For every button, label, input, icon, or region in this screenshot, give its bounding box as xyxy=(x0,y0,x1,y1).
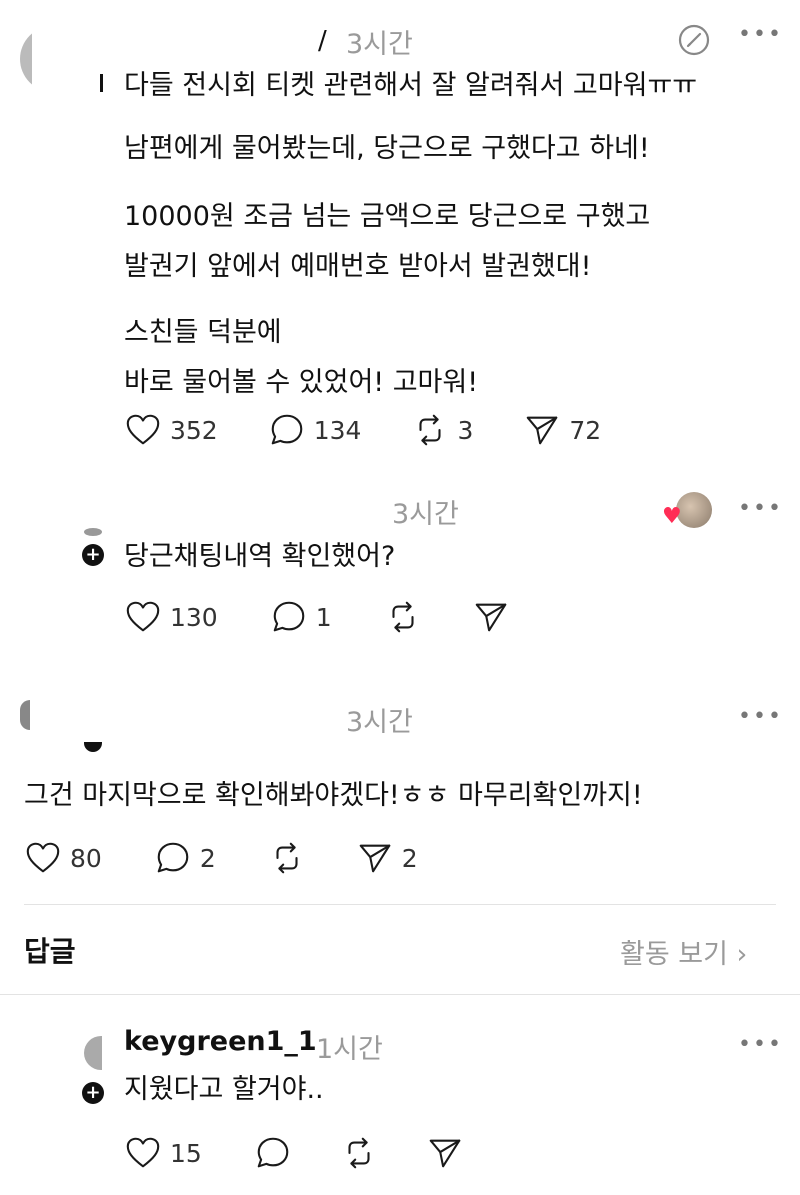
send-icon xyxy=(475,603,506,632)
share-count: 2 xyxy=(401,843,418,873)
like-count: 130 xyxy=(170,602,218,632)
reply3-username[interactable]: keygreen1_1 xyxy=(124,1026,317,1057)
send-icon xyxy=(429,1139,461,1168)
comment-button[interactable]: 2 xyxy=(154,839,216,877)
reply2-avatar[interactable] xyxy=(20,700,30,730)
post-paragraph: 10000원 조금 넘는 금액으로 당근으로 구했고 발권기 앞에서 예매번호 … xyxy=(124,201,651,282)
post-avatar[interactable] xyxy=(20,26,70,92)
repost-count: 3 xyxy=(457,415,474,445)
view-activity-link[interactable]: 활동 보기 › xyxy=(620,932,747,971)
more-dots-icon[interactable]: ••• xyxy=(738,706,783,728)
post-body: 다들 전시회 티켓 관련해서 잘 알려줘서 고마워ㅠㅠ 남편에게 물어봤는데, … xyxy=(124,66,784,420)
repost-button[interactable] xyxy=(340,1134,378,1172)
comment-button[interactable]: 1 xyxy=(270,598,332,636)
reply2-time: 3시간 xyxy=(346,707,413,738)
post-paragraph: 남편에게 물어봤는데, 당근으로 구했다고 하네! xyxy=(124,133,650,164)
more-dots-icon[interactable]: ••• xyxy=(738,1034,783,1056)
post-actions: 352 134 3 72 xyxy=(124,410,653,450)
repost-icon xyxy=(276,842,298,874)
share-button[interactable] xyxy=(426,1134,464,1172)
follow-plus-icon[interactable]: + xyxy=(82,544,104,566)
reply3-time: 1시간 xyxy=(316,1034,383,1065)
repost-icon xyxy=(419,414,441,446)
reply3-text: 지웠다고 할거야.. xyxy=(124,1074,324,1105)
reply2-text: 그건 마지막으로 확인해봐야겠다!ㅎㅎ 마무리확인까지! xyxy=(24,780,643,811)
repost-button[interactable] xyxy=(384,598,422,636)
share-button[interactable]: 2 xyxy=(356,839,418,877)
more-dots-icon[interactable]: ••• xyxy=(738,24,783,46)
comment-bubble-icon xyxy=(257,1137,289,1168)
post-time: 3시간 xyxy=(346,29,413,60)
comment-count: 1 xyxy=(315,602,332,632)
more-dots-icon[interactable]: ••• xyxy=(738,498,783,520)
repost-icon xyxy=(348,1137,370,1169)
reply1-text: 당근채팅내역 확인했어? xyxy=(124,541,396,572)
like-count: 80 xyxy=(70,843,102,873)
share-button[interactable] xyxy=(472,598,510,636)
heart-icon xyxy=(26,842,60,873)
like-button[interactable]: 80 xyxy=(24,839,102,877)
send-icon xyxy=(527,416,558,445)
reply1-actions: 130 1 xyxy=(124,597,562,637)
like-button[interactable]: 130 xyxy=(124,598,218,636)
post-paragraph: 스친들 덕분에 바로 물어볼 수 있었어! 고마워! xyxy=(124,317,479,398)
reply1-avatar[interactable] xyxy=(84,528,102,536)
reply3-avatar[interactable] xyxy=(84,1036,102,1070)
reply3-actions: 15 xyxy=(124,1133,516,1173)
like-button[interactable]: 352 xyxy=(124,411,218,449)
comment-count: 134 xyxy=(313,415,362,445)
comment-count: 2 xyxy=(199,843,216,873)
heart-badge-icon: ♥ xyxy=(662,504,682,529)
heart-icon xyxy=(126,414,160,445)
like-count: 15 xyxy=(170,1138,202,1168)
replies-section-title: 답글 xyxy=(24,935,76,968)
post-paragraph: 다들 전시회 티켓 관련해서 잘 알려줘서 고마워ㅠㅠ xyxy=(124,70,698,101)
comment-button[interactable] xyxy=(254,1134,292,1172)
comment-button[interactable]: 134 xyxy=(268,411,362,449)
section-divider xyxy=(0,994,800,995)
reply1-time: 3시간 xyxy=(392,499,459,530)
comment-bubble-icon xyxy=(271,414,303,445)
repost-icon xyxy=(392,601,414,633)
share-count: 72 xyxy=(569,415,602,445)
thread-line-mark xyxy=(84,742,102,752)
section-divider xyxy=(24,904,776,905)
reply2-actions: 80 2 2 xyxy=(24,838,470,878)
heart-icon xyxy=(126,1137,160,1168)
repost-button[interactable] xyxy=(268,839,306,877)
share-button[interactable]: 72 xyxy=(523,411,601,449)
like-count: 352 xyxy=(170,415,218,445)
like-button[interactable]: 15 xyxy=(124,1134,202,1172)
comment-bubble-icon xyxy=(273,601,305,632)
heart-icon xyxy=(126,601,160,632)
send-icon xyxy=(359,844,391,873)
username-fragment: / xyxy=(318,26,327,56)
comment-bubble-icon xyxy=(157,842,189,873)
repost-button[interactable]: 3 xyxy=(411,411,473,449)
edit-icon[interactable] xyxy=(676,22,712,62)
thread-line-mark xyxy=(100,74,103,92)
follow-plus-icon[interactable]: + xyxy=(82,1082,104,1104)
